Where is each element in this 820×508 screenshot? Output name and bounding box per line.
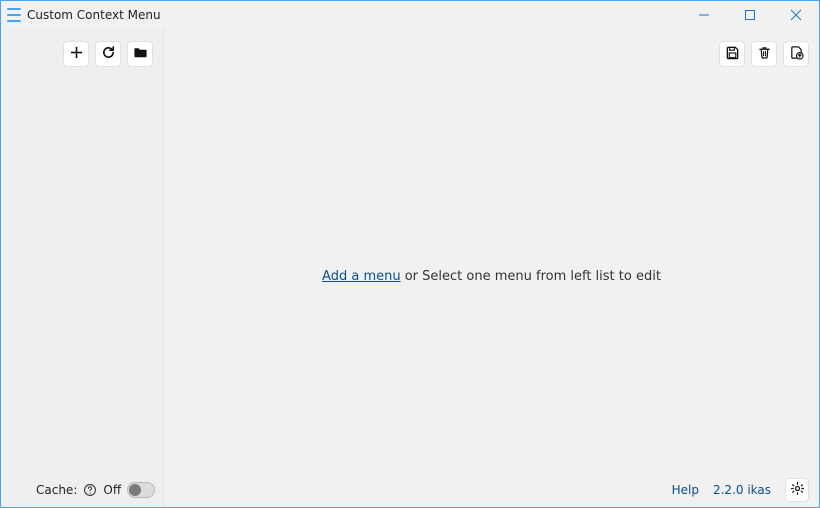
trash-icon <box>757 45 772 63</box>
cache-state: Off <box>103 483 121 497</box>
file-export-icon <box>789 45 804 63</box>
app-icon <box>7 8 21 22</box>
cache-toggle[interactable] <box>127 482 155 498</box>
close-button[interactable] <box>773 1 819 29</box>
main-footer: Help 2.2.0 ikas <box>164 473 819 507</box>
add-button[interactable] <box>63 41 89 67</box>
settings-button[interactable] <box>785 478 809 502</box>
help-link[interactable]: Help <box>672 483 699 497</box>
plus-icon <box>69 45 84 63</box>
sidebar-footer: Cache: Off <box>1 473 163 507</box>
add-menu-link[interactable]: Add a menu <box>322 269 401 284</box>
app-window: Custom Context Menu <box>0 0 820 508</box>
titlebar: Custom Context Menu <box>1 1 819 29</box>
maximize-button[interactable] <box>727 1 773 29</box>
main-toolbar <box>164 29 819 79</box>
open-folder-button[interactable] <box>127 41 153 67</box>
empty-hint-text: or Select one menu from left list to edi… <box>401 269 661 284</box>
sidebar-toolbar <box>1 29 163 79</box>
body: Cache: Off <box>1 29 819 507</box>
delete-button[interactable] <box>751 41 777 67</box>
menu-list-empty <box>1 79 163 473</box>
window-title: Custom Context Menu <box>27 8 161 22</box>
save-icon <box>725 45 740 63</box>
save-button[interactable] <box>719 41 745 67</box>
refresh-button[interactable] <box>95 41 121 67</box>
refresh-icon <box>101 45 116 63</box>
export-button[interactable] <box>783 41 809 67</box>
sidebar: Cache: Off <box>1 29 164 507</box>
gear-icon <box>790 481 805 499</box>
empty-state: Add a menu or Select one menu from left … <box>164 79 819 473</box>
version-link[interactable]: 2.2.0 ikas <box>713 483 771 497</box>
folder-icon <box>133 45 148 63</box>
minimize-button[interactable] <box>681 1 727 29</box>
main-panel: Add a menu or Select one menu from left … <box>164 29 819 507</box>
help-icon[interactable] <box>83 482 97 498</box>
cache-label: Cache: <box>36 483 77 497</box>
